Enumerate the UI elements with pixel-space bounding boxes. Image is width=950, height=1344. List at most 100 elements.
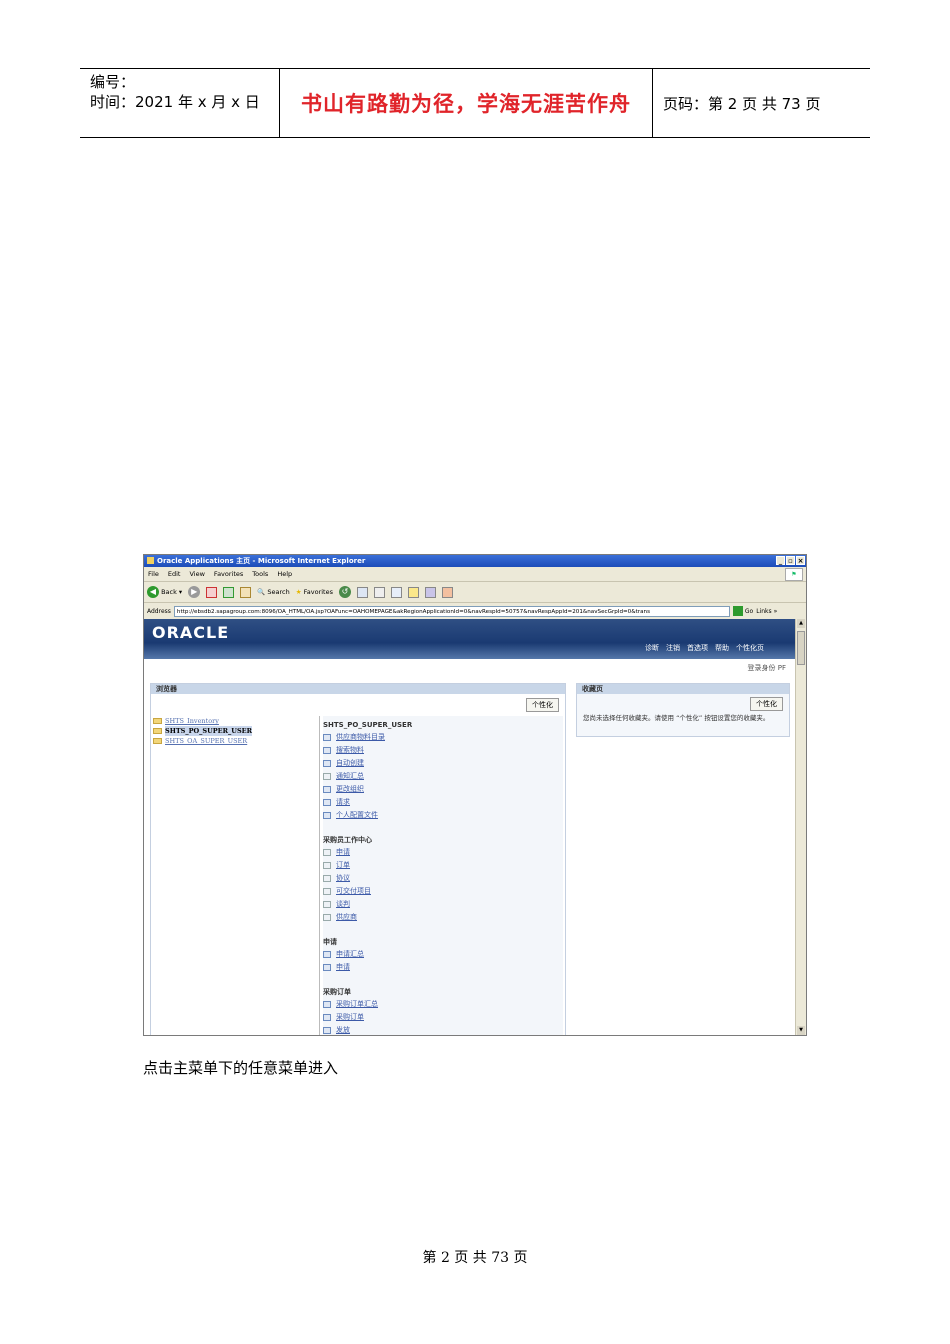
- responsibility-tree: SHTS_Inventory SHTS_PO_SUPER_USER SHTS_O…: [153, 716, 320, 1035]
- favorites-title: 收藏页: [577, 684, 789, 694]
- home-icon[interactable]: [240, 586, 252, 598]
- history-icon[interactable]: ↺: [339, 586, 351, 598]
- mail-icon[interactable]: [357, 586, 368, 598]
- menu-item[interactable]: 采购订单汇总: [323, 998, 563, 1011]
- menu-favorites[interactable]: Favorites: [214, 567, 243, 581]
- menu-item-label: 申请: [336, 848, 350, 856]
- edit-icon[interactable]: [391, 586, 402, 598]
- go-button[interactable]: Go: [732, 606, 753, 616]
- scroll-down-icon[interactable]: ▼: [797, 1026, 805, 1035]
- messenger-icon[interactable]: [442, 586, 453, 598]
- links-button[interactable]: Links »: [756, 608, 777, 615]
- menu-item[interactable]: 发放: [323, 1024, 563, 1035]
- page-footer: 第 2 页 共 73 页: [422, 1250, 528, 1266]
- vertical-scrollbar[interactable]: ▲ ▼: [795, 619, 806, 1035]
- menu-item[interactable]: 请求: [323, 796, 563, 809]
- favorites-personalize-button[interactable]: 个性化: [750, 697, 783, 711]
- address-input[interactable]: http://ebsdb2.sapagroup.com:8096/OA_HTML…: [173, 605, 730, 617]
- link-diagnostics[interactable]: 诊断: [645, 643, 659, 653]
- folder-icon: [153, 718, 162, 724]
- menu-item[interactable]: 订单: [323, 859, 563, 872]
- stop-icon[interactable]: [206, 586, 218, 598]
- print-icon[interactable]: [374, 586, 385, 598]
- menu-help[interactable]: Help: [277, 567, 292, 581]
- menu-item[interactable]: 自动创建: [323, 757, 563, 770]
- tree-item-label: SHTS_PO_SUPER_USER: [165, 726, 252, 736]
- menu-item[interactable]: 更改组织: [323, 783, 563, 796]
- back-label: Back: [161, 588, 177, 596]
- close-icon[interactable]: ×: [796, 556, 805, 565]
- menu-item-label: 供应商: [336, 913, 357, 921]
- menu-item-label: 发放: [336, 1026, 350, 1034]
- menu-item[interactable]: 可交付项目: [323, 885, 563, 898]
- favorites-panel: 收藏页 个性化 您尚未选择任何收藏夹。请使用 “个性化” 按钮设置您的收藏夹。: [576, 683, 790, 737]
- menu-item[interactable]: 申请: [323, 961, 563, 974]
- menu-item[interactable]: 供应商物料目录: [323, 731, 563, 744]
- favorites-button[interactable]: ★ Favorites: [296, 588, 333, 596]
- form-icon: [323, 734, 331, 741]
- tree-item-label: SHTS_OA_SUPER_USER: [165, 737, 248, 745]
- menu-item[interactable]: 个人配置文件: [323, 809, 563, 822]
- menu-view[interactable]: View: [189, 567, 204, 581]
- link-help[interactable]: 帮助: [715, 643, 729, 653]
- document-icon: [323, 901, 331, 908]
- oracle-banner: ORACLE 诊断 注销 首选项 帮助 个性化页: [144, 619, 796, 659]
- tree-item[interactable]: SHTS_Inventory: [153, 716, 319, 726]
- login-identity: 登录身份 PF: [747, 664, 786, 672]
- minimize-icon[interactable]: _: [776, 556, 785, 565]
- search-icon: 🔍: [257, 588, 266, 596]
- menu-section-title: 采购订单: [323, 988, 351, 996]
- search-button[interactable]: 🔍 Search: [257, 588, 290, 596]
- menu-item-label: 采购订单汇总: [336, 1000, 378, 1008]
- link-preferences[interactable]: 首选项: [687, 643, 708, 653]
- links-label: Links: [756, 607, 772, 615]
- menu-item[interactable]: 采购订单: [323, 1011, 563, 1024]
- form-icon: [323, 951, 331, 958]
- document-icon: [323, 888, 331, 895]
- tree-item[interactable]: SHTS_OA_SUPER_USER: [153, 736, 319, 746]
- personalize-button[interactable]: 个性化: [526, 698, 559, 712]
- scroll-up-icon[interactable]: ▲: [797, 619, 805, 628]
- menu-item[interactable]: 申请汇总: [323, 948, 563, 961]
- menu-section-title: 申请: [323, 938, 337, 946]
- menu-edit[interactable]: Edit: [168, 567, 181, 581]
- navigator-title: 浏览器: [151, 684, 565, 694]
- address-label: Address: [147, 607, 171, 615]
- document-icon: [323, 773, 331, 780]
- document-icon: [323, 849, 331, 856]
- favorites-label: Favorites: [303, 588, 333, 596]
- star-icon: ★: [295, 588, 302, 596]
- tree-item[interactable]: SHTS_PO_SUPER_USER: [153, 726, 319, 736]
- back-button[interactable]: ◀ Back ▾: [147, 586, 182, 598]
- menu-item-label: 通知汇总: [336, 772, 364, 780]
- menu-file[interactable]: File: [148, 567, 159, 581]
- windows-logo-icon: ⚑: [785, 568, 803, 581]
- menu-item[interactable]: 申请: [323, 846, 563, 859]
- function-menu: SHTS_PO_SUPER_USER 供应商物料目录 搜索物料 自动创建 通知汇总 更改组…: [323, 716, 563, 1035]
- menu-item[interactable]: 搜索物料: [323, 744, 563, 757]
- menu-item[interactable]: 通知汇总: [323, 770, 563, 783]
- menu-item-label: 协议: [336, 874, 350, 882]
- search-label: Search: [267, 588, 290, 596]
- maximize-icon[interactable]: ▫: [786, 556, 795, 565]
- toolbar: ◀ Back ▾ ▶ 🔍 Search ★ Favorites ↺: [144, 582, 806, 603]
- menu-item-label: 供应商物料目录: [336, 733, 385, 741]
- scroll-thumb[interactable]: [797, 631, 805, 665]
- document-header: 编号： 时间：2021 年 x 月 x 日 书山有路勤为径，学海无涯苦作舟 页码…: [80, 68, 870, 138]
- menu-tools[interactable]: Tools: [252, 567, 268, 581]
- window-title: Oracle Applications 主页 - Microsoft Inter…: [157, 557, 366, 565]
- menu-item[interactable]: 谈判: [323, 898, 563, 911]
- menu-item[interactable]: 供应商: [323, 911, 563, 924]
- oracle-logo: ORACLE: [152, 623, 230, 642]
- research-icon[interactable]: [425, 586, 436, 598]
- menu-section-title: 采购员工作中心: [323, 836, 372, 844]
- link-logout[interactable]: 注销: [666, 643, 680, 653]
- forward-icon[interactable]: ▶: [188, 586, 201, 598]
- form-icon: [323, 786, 331, 793]
- discuss-icon[interactable]: [408, 586, 419, 598]
- motto: 书山有路勤为径，学海无涯苦作舟: [280, 69, 653, 137]
- refresh-icon[interactable]: [223, 586, 235, 598]
- menu-item[interactable]: 协议: [323, 872, 563, 885]
- link-personalize-page[interactable]: 个性化页: [736, 643, 764, 653]
- favorites-message: 您尚未选择任何收藏夹。请使用 “个性化” 按钮设置您的收藏夹。: [583, 714, 770, 722]
